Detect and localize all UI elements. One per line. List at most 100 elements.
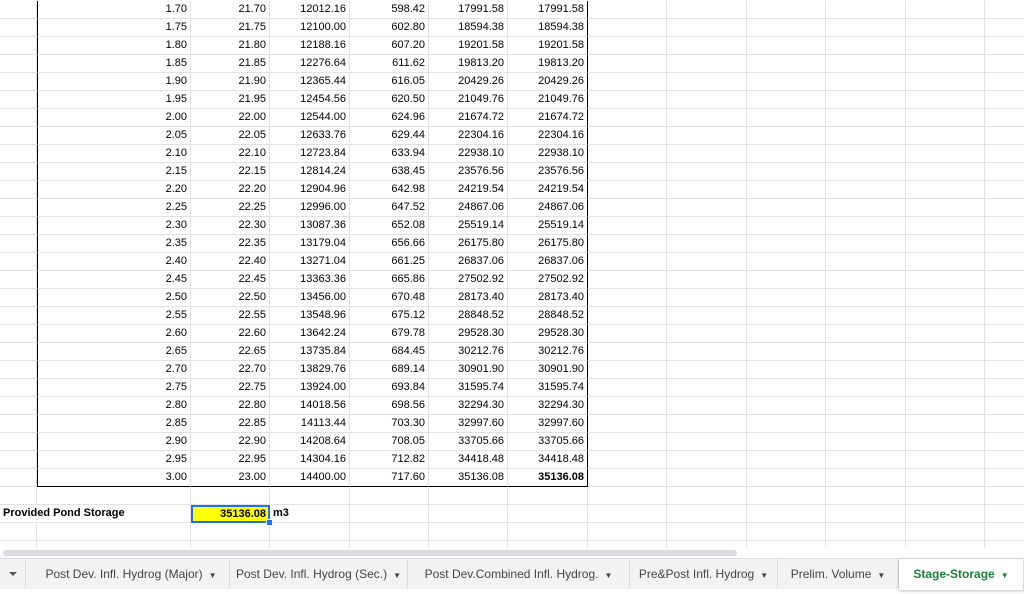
grid-cell[interactable] — [906, 487, 985, 505]
grid-cell[interactable] — [826, 235, 906, 253]
table-cell[interactable]: 25519.14 — [429, 217, 508, 235]
table-cell[interactable]: 14304.16 — [270, 451, 350, 469]
table-cell[interactable]: 2.95 — [37, 451, 191, 469]
table-cell[interactable]: 2.45 — [37, 271, 191, 289]
grid-cell[interactable] — [588, 19, 667, 37]
grid-cell[interactable] — [191, 541, 270, 548]
table-cell[interactable]: 14208.64 — [270, 433, 350, 451]
grid-cell[interactable] — [588, 253, 667, 271]
table-cell[interactable]: 665.86 — [350, 271, 429, 289]
grid-cell[interactable] — [588, 235, 667, 253]
grid-cell[interactable] — [826, 199, 906, 217]
table-cell[interactable]: 633.94 — [350, 145, 429, 163]
grid-cell[interactable] — [0, 127, 37, 145]
pond-storage-unit[interactable]: m3 — [270, 505, 350, 523]
table-cell[interactable]: 693.84 — [350, 379, 429, 397]
grid-cell[interactable] — [667, 235, 747, 253]
grid-cell[interactable] — [588, 271, 667, 289]
table-cell[interactable]: 602.80 — [350, 19, 429, 37]
grid-cell[interactable] — [826, 217, 906, 235]
table-cell[interactable]: 2.15 — [37, 163, 191, 181]
table-cell[interactable]: 13924.00 — [270, 379, 350, 397]
grid-cell[interactable] — [985, 451, 1024, 469]
table-cell[interactable]: 23.00 — [191, 469, 270, 487]
grid-cell[interactable] — [429, 505, 508, 523]
grid-cell[interactable] — [588, 541, 667, 548]
grid-cell[interactable] — [588, 289, 667, 307]
table-cell[interactable]: 26175.80 — [429, 235, 508, 253]
grid-cell[interactable] — [747, 433, 826, 451]
fill-handle[interactable] — [266, 519, 273, 526]
grid-cell[interactable] — [588, 55, 667, 73]
grid-cell[interactable] — [826, 1, 906, 19]
grid-cell[interactable] — [826, 73, 906, 91]
horizontal-scrollbar[interactable] — [0, 548, 1024, 558]
grid-cell[interactable] — [0, 541, 37, 548]
table-cell[interactable]: 2.30 — [37, 217, 191, 235]
grid-cell[interactable] — [0, 433, 37, 451]
grid-cell[interactable] — [0, 19, 37, 37]
grid-cell[interactable] — [588, 199, 667, 217]
grid-cell[interactable] — [270, 541, 350, 548]
grid-cell[interactable] — [985, 433, 1024, 451]
table-cell[interactable]: 17991.58 — [429, 1, 508, 19]
grid-cell[interactable] — [826, 145, 906, 163]
table-cell[interactable]: 684.45 — [350, 343, 429, 361]
table-cell[interactable]: 30901.90 — [508, 361, 588, 379]
table-cell[interactable]: 21.75 — [191, 19, 270, 37]
table-cell[interactable]: 32997.60 — [429, 415, 508, 433]
grid-cell[interactable] — [906, 253, 985, 271]
table-cell[interactable]: 20429.26 — [508, 73, 588, 91]
grid-cell[interactable] — [985, 289, 1024, 307]
grid-cell[interactable] — [826, 433, 906, 451]
grid-cell[interactable] — [667, 487, 747, 505]
grid-cell[interactable] — [985, 487, 1024, 505]
grid-cell[interactable] — [985, 469, 1024, 487]
grid-cell[interactable] — [826, 505, 906, 523]
grid-cell[interactable] — [0, 37, 37, 55]
grid-cell[interactable] — [985, 541, 1024, 548]
pond-storage-value-cell[interactable]: 35136.08 — [191, 505, 270, 523]
grid-cell[interactable] — [667, 271, 747, 289]
table-cell[interactable]: 647.52 — [350, 199, 429, 217]
grid-cell[interactable] — [588, 163, 667, 181]
table-cell[interactable]: 22.30 — [191, 217, 270, 235]
chevron-down-icon[interactable]: ▼ — [1001, 571, 1009, 580]
grid-cell[interactable] — [667, 1, 747, 19]
table-cell[interactable]: 2.70 — [37, 361, 191, 379]
grid-cell[interactable] — [906, 307, 985, 325]
table-cell[interactable]: 25519.14 — [508, 217, 588, 235]
grid-cell[interactable] — [508, 541, 588, 548]
grid-cell[interactable] — [0, 73, 37, 91]
table-cell[interactable]: 32294.30 — [429, 397, 508, 415]
table-cell[interactable]: 607.20 — [350, 37, 429, 55]
table-cell[interactable]: 31595.74 — [429, 379, 508, 397]
table-cell[interactable]: 712.82 — [350, 451, 429, 469]
table-cell[interactable]: 656.66 — [350, 235, 429, 253]
grid-cell[interactable] — [667, 343, 747, 361]
grid-cell[interactable] — [747, 523, 826, 541]
table-cell[interactable]: 34418.48 — [429, 451, 508, 469]
table-cell[interactable]: 2.55 — [37, 307, 191, 325]
grid-cell[interactable] — [826, 109, 906, 127]
table-cell[interactable]: 611.62 — [350, 55, 429, 73]
grid-cell[interactable] — [826, 163, 906, 181]
grid-cell[interactable] — [588, 145, 667, 163]
grid-cell[interactable] — [0, 181, 37, 199]
grid-cell[interactable] — [667, 109, 747, 127]
grid-cell[interactable] — [747, 343, 826, 361]
grid-cell[interactable] — [350, 487, 429, 505]
table-cell[interactable]: 19201.58 — [508, 37, 588, 55]
table-cell[interactable]: 2.90 — [37, 433, 191, 451]
grid-cell[interactable] — [906, 1, 985, 19]
grid-cell[interactable] — [985, 253, 1024, 271]
grid-cell[interactable] — [588, 523, 667, 541]
table-cell[interactable]: 19813.20 — [429, 55, 508, 73]
grid-cell[interactable] — [667, 181, 747, 199]
grid-cell[interactable] — [429, 523, 508, 541]
scrollbar-thumb[interactable] — [3, 550, 737, 556]
table-cell[interactable]: 22.80 — [191, 397, 270, 415]
grid-cell[interactable] — [906, 541, 985, 548]
grid-cell[interactable] — [747, 415, 826, 433]
grid-cell[interactable] — [667, 379, 747, 397]
